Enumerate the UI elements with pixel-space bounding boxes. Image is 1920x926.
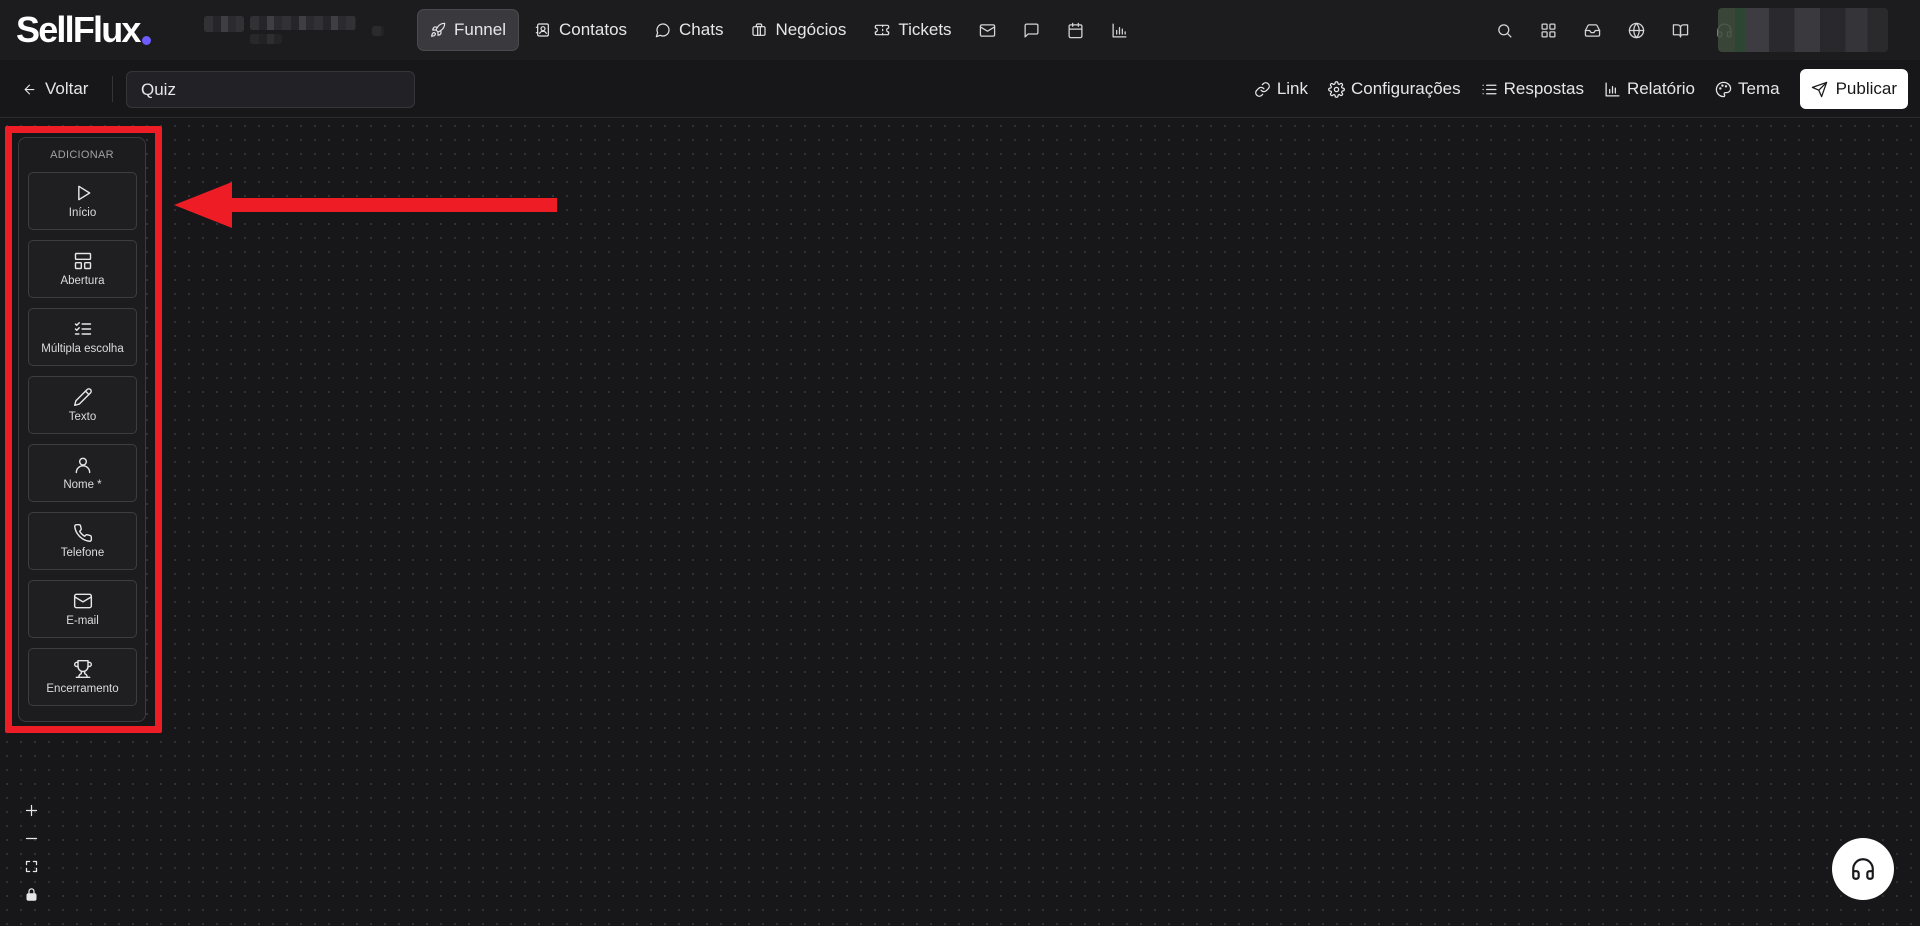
back-label: Voltar bbox=[45, 79, 89, 98]
theme-label: Tema bbox=[1738, 79, 1780, 98]
user-icon bbox=[73, 455, 93, 475]
add-item-label: Texto bbox=[68, 411, 97, 423]
zoom-in-icon[interactable] bbox=[16, 797, 46, 824]
red-arrow-annotation bbox=[174, 182, 557, 228]
add-item-label: E-mail bbox=[66, 615, 99, 627]
add-item-label: Início bbox=[68, 207, 97, 219]
contacts-icon bbox=[535, 22, 551, 38]
add-abertura-button[interactable]: Abertura bbox=[28, 240, 137, 298]
report-label: Relatório bbox=[1626, 79, 1695, 98]
calendar-icon[interactable] bbox=[1056, 9, 1096, 51]
inbox-icon[interactable] bbox=[1570, 9, 1614, 51]
globe-icon[interactable] bbox=[1614, 9, 1658, 51]
workspace-chevron-blurred bbox=[372, 26, 384, 36]
bar-chart-icon[interactable] bbox=[1100, 9, 1140, 51]
add-inicio-button[interactable]: Início bbox=[28, 172, 137, 230]
user-profile-blurred[interactable] bbox=[1718, 8, 1888, 52]
add-elements-panel: ADICIONAR Início Abertura Múltipla escol… bbox=[18, 137, 146, 722]
tab-chats-label: Chats bbox=[679, 20, 724, 39]
add-item-label: Múltipla escolha bbox=[41, 343, 124, 355]
workspace-sub-blurred bbox=[250, 34, 282, 44]
add-item-label: Encerramento bbox=[46, 683, 119, 695]
add-item-label: Abertura bbox=[60, 275, 105, 287]
add-nome-button[interactable]: Nome * bbox=[28, 444, 137, 502]
settings-button[interactable]: Configurações bbox=[1322, 69, 1467, 109]
apps-grid-icon[interactable] bbox=[1526, 9, 1570, 51]
settings-label: Configurações bbox=[1351, 79, 1461, 98]
help-chat-button[interactable] bbox=[1832, 838, 1894, 900]
link-label: Link bbox=[1276, 79, 1308, 98]
arrow-left-icon bbox=[22, 82, 37, 97]
fit-view-icon[interactable] bbox=[16, 853, 46, 880]
publish-button[interactable]: Publicar bbox=[1799, 69, 1908, 109]
tab-funnel[interactable]: Funnel bbox=[417, 9, 519, 51]
editor-toolbar: Voltar Link Configurações Respostas Rela… bbox=[0, 60, 1920, 118]
briefcase-icon bbox=[751, 22, 767, 38]
palette-icon bbox=[1715, 81, 1732, 98]
tab-funnel-label: Funnel bbox=[454, 20, 506, 39]
back-button[interactable]: Voltar bbox=[22, 74, 88, 104]
main-nav-tabs: Funnel Contatos Chats Negócios Tickets bbox=[417, 9, 1140, 51]
responses-label: Respostas bbox=[1503, 79, 1584, 98]
publish-label: Publicar bbox=[1835, 79, 1897, 98]
quiz-title-input[interactable] bbox=[126, 71, 415, 108]
logo-text: SellFlux bbox=[16, 9, 141, 50]
trophy-icon bbox=[73, 659, 93, 679]
rocket-icon bbox=[430, 22, 446, 38]
message-square-icon[interactable] bbox=[1012, 9, 1052, 51]
lock-icon[interactable] bbox=[16, 881, 46, 908]
book-icon[interactable] bbox=[1658, 9, 1702, 51]
add-panel-title: ADICIONAR bbox=[50, 149, 114, 161]
tab-negocios-label: Negócios bbox=[775, 20, 847, 39]
toolbar-divider bbox=[112, 76, 113, 102]
top-navbar: SellFlux Funnel Contatos Chats Negócios … bbox=[0, 0, 1920, 60]
link-icon bbox=[1254, 81, 1271, 98]
top-right-toolbar bbox=[1482, 9, 1746, 51]
theme-button[interactable]: Tema bbox=[1709, 69, 1786, 109]
flow-canvas[interactable] bbox=[0, 119, 1920, 926]
tab-negocios[interactable]: Negócios bbox=[739, 9, 858, 51]
checklist-icon bbox=[73, 319, 93, 339]
editor-actions: Link Configurações Respostas Relatório T… bbox=[1248, 69, 1908, 109]
sellflux-logo[interactable]: SellFlux bbox=[16, 10, 151, 50]
add-email-button[interactable]: E-mail bbox=[28, 580, 137, 638]
tab-contatos[interactable]: Contatos bbox=[523, 9, 639, 51]
zoom-out-icon[interactable] bbox=[16, 825, 46, 852]
add-multipla-escolha-button[interactable]: Múltipla escolha bbox=[28, 308, 137, 366]
ticket-icon bbox=[874, 22, 890, 38]
tab-contatos-label: Contatos bbox=[558, 20, 628, 39]
pencil-icon bbox=[73, 387, 93, 407]
tab-tickets-label: Tickets bbox=[898, 20, 952, 39]
responses-button[interactable]: Respostas bbox=[1475, 69, 1590, 109]
add-item-label: Telefone bbox=[60, 547, 105, 559]
add-encerramento-button[interactable]: Encerramento bbox=[28, 648, 137, 706]
workspace-name-blurred[interactable] bbox=[250, 16, 356, 30]
play-icon bbox=[73, 183, 93, 203]
mail-icon bbox=[73, 591, 93, 611]
report-button[interactable]: Relatório bbox=[1598, 69, 1701, 109]
link-button[interactable]: Link bbox=[1248, 69, 1314, 109]
layout-icon bbox=[73, 251, 93, 271]
add-telefone-button[interactable]: Telefone bbox=[28, 512, 137, 570]
add-item-label: Nome * bbox=[63, 479, 102, 491]
bar-chart-icon bbox=[1604, 81, 1621, 98]
list-icon bbox=[1481, 81, 1498, 98]
send-icon bbox=[1811, 81, 1828, 98]
chat-bubble-icon bbox=[655, 22, 671, 38]
canvas-zoom-controls bbox=[16, 797, 46, 908]
mail-icon[interactable] bbox=[968, 9, 1008, 51]
add-texto-button[interactable]: Texto bbox=[28, 376, 137, 434]
workspace-avatar-blurred bbox=[204, 16, 244, 32]
tab-tickets[interactable]: Tickets bbox=[862, 9, 963, 51]
tab-chats[interactable]: Chats bbox=[643, 9, 735, 51]
logo-dot bbox=[141, 36, 151, 45]
headset-icon bbox=[1850, 856, 1876, 882]
gear-icon bbox=[1328, 80, 1345, 98]
search-icon[interactable] bbox=[1482, 9, 1526, 51]
phone-icon bbox=[73, 523, 93, 543]
